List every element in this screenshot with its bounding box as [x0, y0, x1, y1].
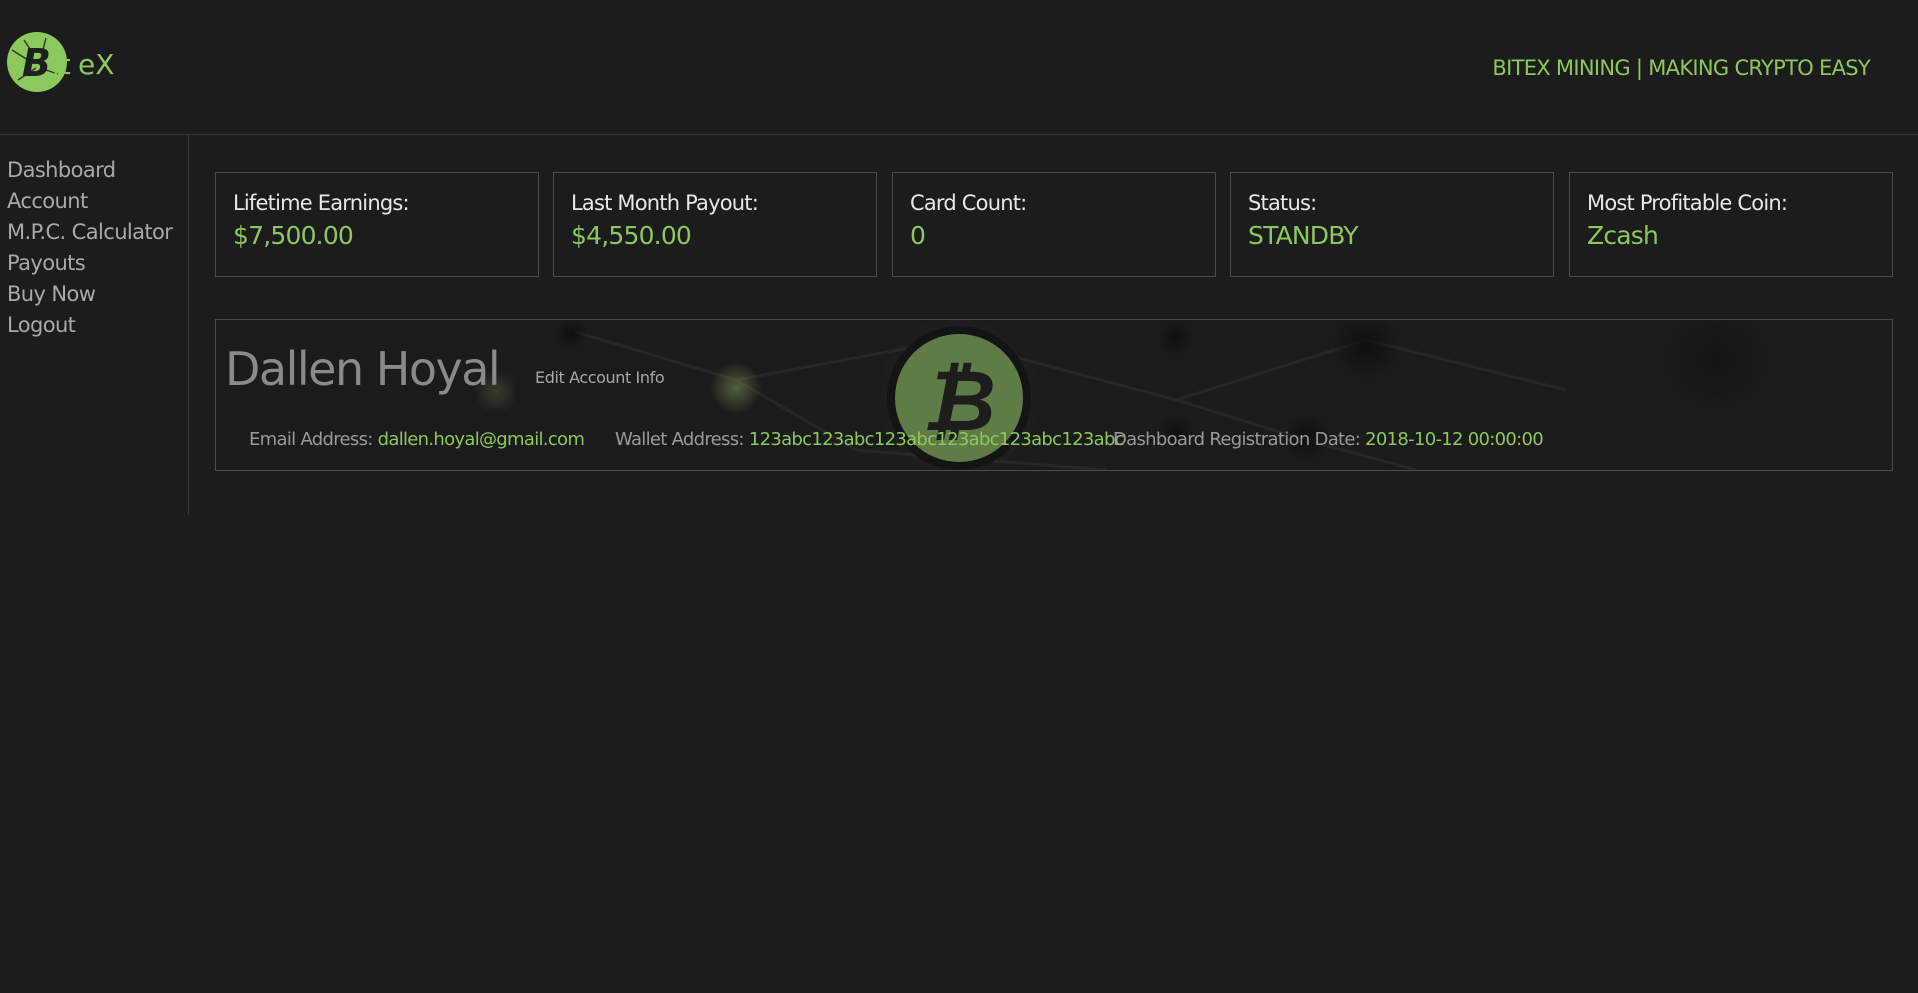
- wallet-value: 123abc123abc123abc123abc123abc123abc: [748, 429, 1125, 450]
- stat-card-card-count: Card Count: 0: [892, 172, 1216, 277]
- stat-card-most-profitable-coin: Most Profitable Coin: Zcash: [1569, 172, 1893, 277]
- sidebar-item-logout[interactable]: Logout: [0, 310, 188, 341]
- sidebar-nav: Dashboard Account M.P.C. Calculator Payo…: [0, 135, 189, 515]
- sidebar-item-dashboard[interactable]: Dashboard: [0, 155, 188, 186]
- email-label: Email Address:: [249, 429, 373, 450]
- stat-card-last-month-payout: Last Month Payout: $4,550.00: [553, 172, 877, 277]
- registration-date-value: 2018-10-12 00:00:00: [1365, 429, 1544, 450]
- stat-label: Status:: [1248, 191, 1317, 215]
- bitex-logo-icon[interactable]: B it eX: [6, 30, 116, 95]
- account-panel: ₿ Dallen Hoyal Edit Account Info Email A…: [215, 319, 1893, 471]
- stat-value: $4,550.00: [571, 221, 692, 250]
- site-tagline: BITEX MINING | MAKING CRYPTO EASY: [1492, 56, 1870, 80]
- stat-label: Lifetime Earnings:: [233, 191, 410, 215]
- stats-row: Lifetime Earnings: $7,500.00 Last Month …: [215, 172, 1893, 277]
- email-value: dallen.hoyal@gmail.com: [377, 429, 585, 450]
- stat-label: Most Profitable Coin:: [1587, 191, 1788, 215]
- wallet-label: Wallet Address:: [615, 429, 744, 450]
- registration-info: Dashboard Registration Date: 2018-10-12 …: [1113, 429, 1544, 450]
- svg-text:it: it: [52, 48, 71, 81]
- wallet-info: Wallet Address: 123abc123abc123abc123abc…: [615, 429, 1125, 450]
- stat-value: Zcash: [1587, 221, 1659, 250]
- sidebar-item-payouts[interactable]: Payouts: [0, 248, 188, 279]
- stat-value: STANDBY: [1248, 221, 1359, 250]
- sidebar-item-mpc-calculator[interactable]: M.P.C. Calculator: [0, 217, 188, 248]
- registration-date-label: Dashboard Registration Date:: [1113, 429, 1361, 450]
- stat-label: Last Month Payout:: [571, 191, 759, 215]
- stat-value: $7,500.00: [233, 221, 354, 250]
- stat-card-status: Status: STANDBY: [1230, 172, 1554, 277]
- account-holder-name: Dallen Hoyal: [225, 342, 501, 396]
- header: B it eX BITEX MINING | MAKING CRYPTO EAS…: [0, 0, 1918, 135]
- svg-text:B: B: [22, 41, 51, 85]
- svg-text:eX: eX: [78, 48, 114, 81]
- stat-card-lifetime-earnings: Lifetime Earnings: $7,500.00: [215, 172, 539, 277]
- edit-account-info-link[interactable]: Edit Account Info: [535, 368, 665, 387]
- stat-label: Card Count:: [910, 191, 1027, 215]
- stat-value: 0: [910, 221, 926, 250]
- sidebar-item-account[interactable]: Account: [0, 186, 188, 217]
- email-info: Email Address: dallen.hoyal@gmail.com: [249, 429, 585, 450]
- sidebar-item-buy-now[interactable]: Buy Now: [0, 279, 188, 310]
